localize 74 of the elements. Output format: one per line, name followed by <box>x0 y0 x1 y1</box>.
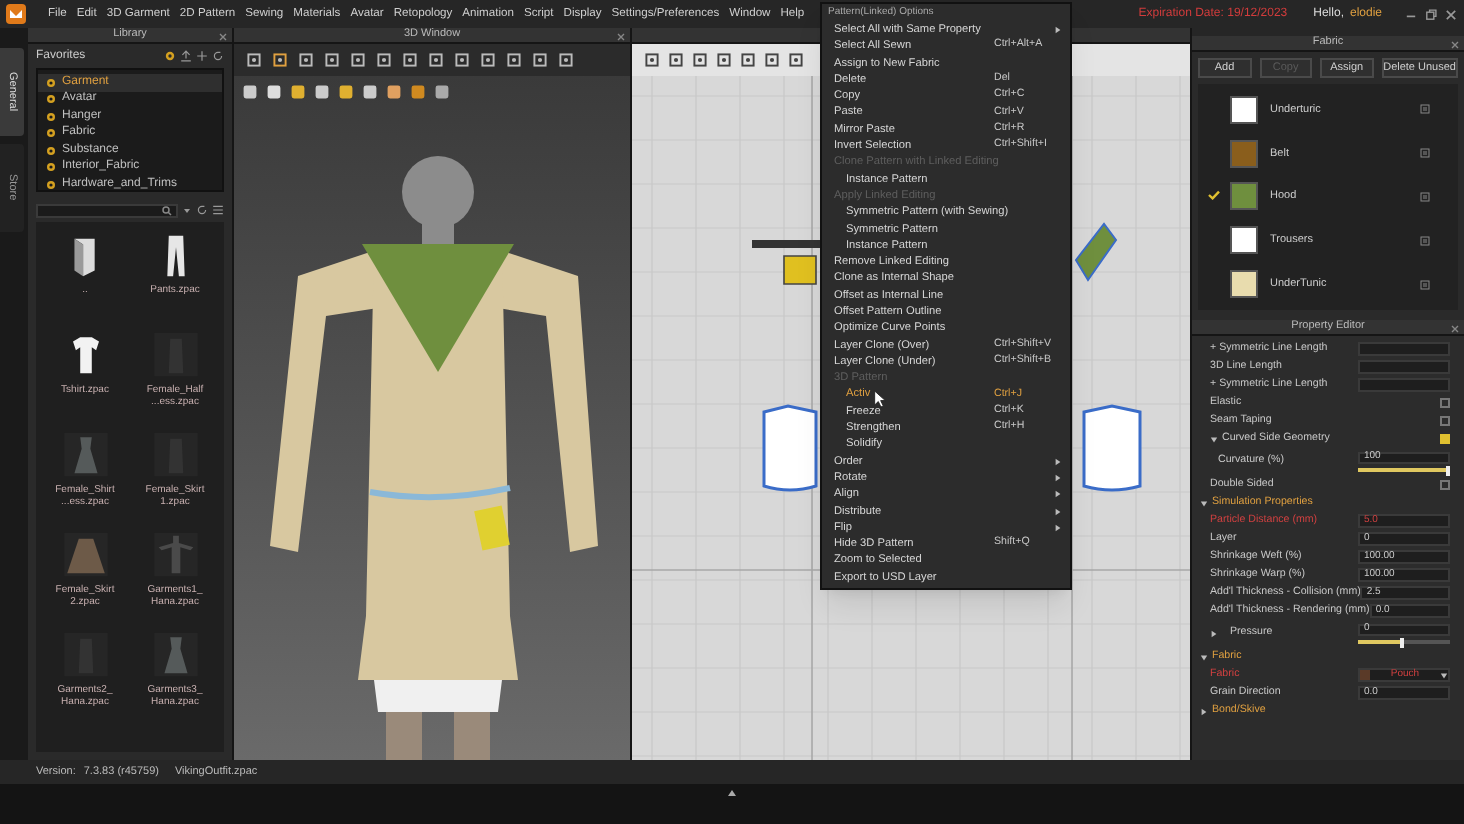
properties-icon[interactable] <box>1420 191 1430 202</box>
close-icon[interactable] <box>616 31 626 41</box>
tool-icon[interactable] <box>272 52 288 68</box>
pattern-piece[interactable] <box>1082 404 1142 492</box>
tool-icon[interactable] <box>350 52 366 68</box>
value-field[interactable] <box>1358 342 1450 356</box>
properties-icon[interactable] <box>1420 235 1430 246</box>
submenu-arrow-icon[interactable] <box>1054 524 1062 533</box>
tool-icon[interactable] <box>506 52 522 68</box>
value-field[interactable] <box>1358 360 1450 374</box>
tool-icon[interactable] <box>298 52 314 68</box>
tool-icon[interactable] <box>402 52 418 68</box>
properties-icon[interactable] <box>1420 104 1430 115</box>
submenu-arrow-icon[interactable] <box>1054 490 1062 499</box>
properties-icon[interactable] <box>1420 148 1430 159</box>
fabric-swatch-icon <box>1360 670 1370 680</box>
garment-thumbnail[interactable] <box>59 530 111 582</box>
tool-icon[interactable] <box>716 52 732 68</box>
tool-icon[interactable] <box>428 52 444 68</box>
tool-icon[interactable] <box>788 52 804 68</box>
checkbox[interactable] <box>1440 434 1450 444</box>
tool-icon[interactable] <box>764 52 780 68</box>
tool-icon[interactable] <box>246 52 262 68</box>
list-view-icon[interactable] <box>212 204 224 216</box>
collapse-arrow-icon[interactable] <box>1200 707 1208 715</box>
expand-arrow-icon[interactable] <box>1210 435 1218 443</box>
close-icon[interactable] <box>1450 323 1460 333</box>
search-field[interactable] <box>36 203 178 217</box>
value-field[interactable] <box>1358 378 1450 392</box>
checkbox[interactable] <box>1440 480 1450 490</box>
submenu-arrow-icon[interactable] <box>1054 457 1062 466</box>
tool-icon[interactable] <box>480 52 496 68</box>
close-icon[interactable] <box>218 31 228 41</box>
mouse-pointer-icon <box>874 390 886 408</box>
pattern-piece[interactable] <box>783 255 817 285</box>
tool-icon[interactable] <box>644 52 660 68</box>
tool-icon[interactable] <box>454 52 470 68</box>
pattern-piece[interactable] <box>762 404 818 492</box>
refresh-icon[interactable] <box>212 50 224 62</box>
restore-icon[interactable] <box>1424 7 1438 21</box>
expand-arrow-icon[interactable] <box>1200 653 1208 661</box>
close-icon[interactable] <box>1450 39 1460 49</box>
app-logo-icon[interactable] <box>6 4 26 24</box>
caret-icon[interactable] <box>182 205 192 215</box>
upload-icon[interactable] <box>180 50 192 62</box>
tool-icon[interactable] <box>740 52 756 68</box>
tool-icon[interactable] <box>668 52 684 68</box>
close-icon[interactable] <box>1444 7 1458 21</box>
tool-icon[interactable] <box>532 52 548 68</box>
submenu-arrow-icon[interactable] <box>1054 507 1062 516</box>
search-icon <box>162 205 172 215</box>
submenu-arrow-icon[interactable] <box>1054 474 1062 483</box>
submenu-arrow-icon[interactable] <box>1054 26 1062 35</box>
tool-icon[interactable] <box>692 52 708 68</box>
properties-icon[interactable] <box>1420 279 1430 290</box>
slider-track[interactable] <box>1358 468 1450 473</box>
expand-up-icon[interactable] <box>726 788 738 798</box>
collapse-arrow-icon[interactable] <box>1210 630 1218 638</box>
gear-icon[interactable] <box>164 50 176 62</box>
refresh-icon[interactable] <box>196 204 208 216</box>
garment-thumbnail[interactable] <box>59 430 111 482</box>
caret-icon <box>1440 671 1448 679</box>
slider-track[interactable] <box>1358 640 1450 645</box>
tool-icon[interactable] <box>558 52 574 68</box>
checkbox[interactable] <box>1440 416 1450 426</box>
add-icon[interactable] <box>196 50 208 62</box>
checkbox[interactable] <box>1440 398 1450 408</box>
pattern-piece[interactable] <box>1074 222 1118 282</box>
tool-icon[interactable] <box>324 52 340 68</box>
garment-thumbnail[interactable] <box>149 630 201 682</box>
tool-icon[interactable] <box>376 52 392 68</box>
checkmark-icon <box>1208 190 1220 201</box>
garment-thumbnail[interactable] <box>149 530 201 582</box>
expand-arrow-icon[interactable] <box>1200 499 1208 507</box>
